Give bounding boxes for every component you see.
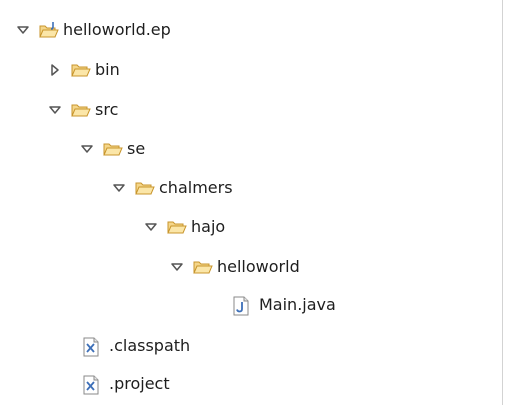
tree-item-label: helloworld xyxy=(217,257,300,276)
tree-item-label: chalmers xyxy=(159,178,233,197)
tree-item-label: helloworld.ep xyxy=(63,20,171,39)
tree-item-label: se xyxy=(127,139,146,158)
folder-icon xyxy=(71,101,91,119)
expanded-arrow-icon[interactable] xyxy=(170,260,184,274)
tree-item-project-file[interactable]: .project xyxy=(82,371,170,397)
tree-item-helloworld-ep[interactable]: helloworld.ep xyxy=(16,17,171,43)
tree-item-se[interactable]: se xyxy=(80,136,145,162)
expanded-arrow-icon[interactable] xyxy=(80,142,94,156)
package-explorer-tree: helloworld.ep bin src se chalmers hajo h… xyxy=(0,0,500,405)
folder-icon xyxy=(135,179,155,197)
tree-item-src[interactable]: src xyxy=(48,97,118,123)
xml-file-icon xyxy=(82,375,100,395)
tree-item-hajo[interactable]: hajo xyxy=(144,214,225,240)
tree-item-main-java[interactable]: Main.java xyxy=(232,292,336,318)
expanded-arrow-icon[interactable] xyxy=(112,181,126,195)
tree-item-chalmers[interactable]: chalmers xyxy=(112,175,233,201)
folder-icon xyxy=(167,218,187,236)
java-file-icon xyxy=(232,296,250,316)
tree-item-label: Main.java xyxy=(259,295,336,314)
panel-border xyxy=(502,0,503,405)
tree-item-label: .project xyxy=(109,374,170,393)
expanded-arrow-icon[interactable] xyxy=(144,220,158,234)
tree-item-label: hajo xyxy=(191,217,226,236)
tree-item-bin[interactable]: bin xyxy=(48,57,120,83)
tree-item-label: .classpath xyxy=(109,336,191,355)
tree-item-classpath[interactable]: .classpath xyxy=(82,333,190,359)
collapsed-arrow-icon[interactable] xyxy=(48,63,62,77)
folder-icon xyxy=(103,140,123,158)
tree-item-label: src xyxy=(95,100,119,119)
expanded-arrow-icon[interactable] xyxy=(16,23,30,37)
xml-file-icon xyxy=(82,337,100,357)
tree-item-helloworld[interactable]: helloworld xyxy=(170,254,300,280)
folder-icon xyxy=(71,61,91,79)
folder-icon xyxy=(193,258,213,276)
expanded-arrow-icon[interactable] xyxy=(48,103,62,117)
java-project-icon xyxy=(39,21,59,39)
tree-item-label: bin xyxy=(95,60,120,79)
